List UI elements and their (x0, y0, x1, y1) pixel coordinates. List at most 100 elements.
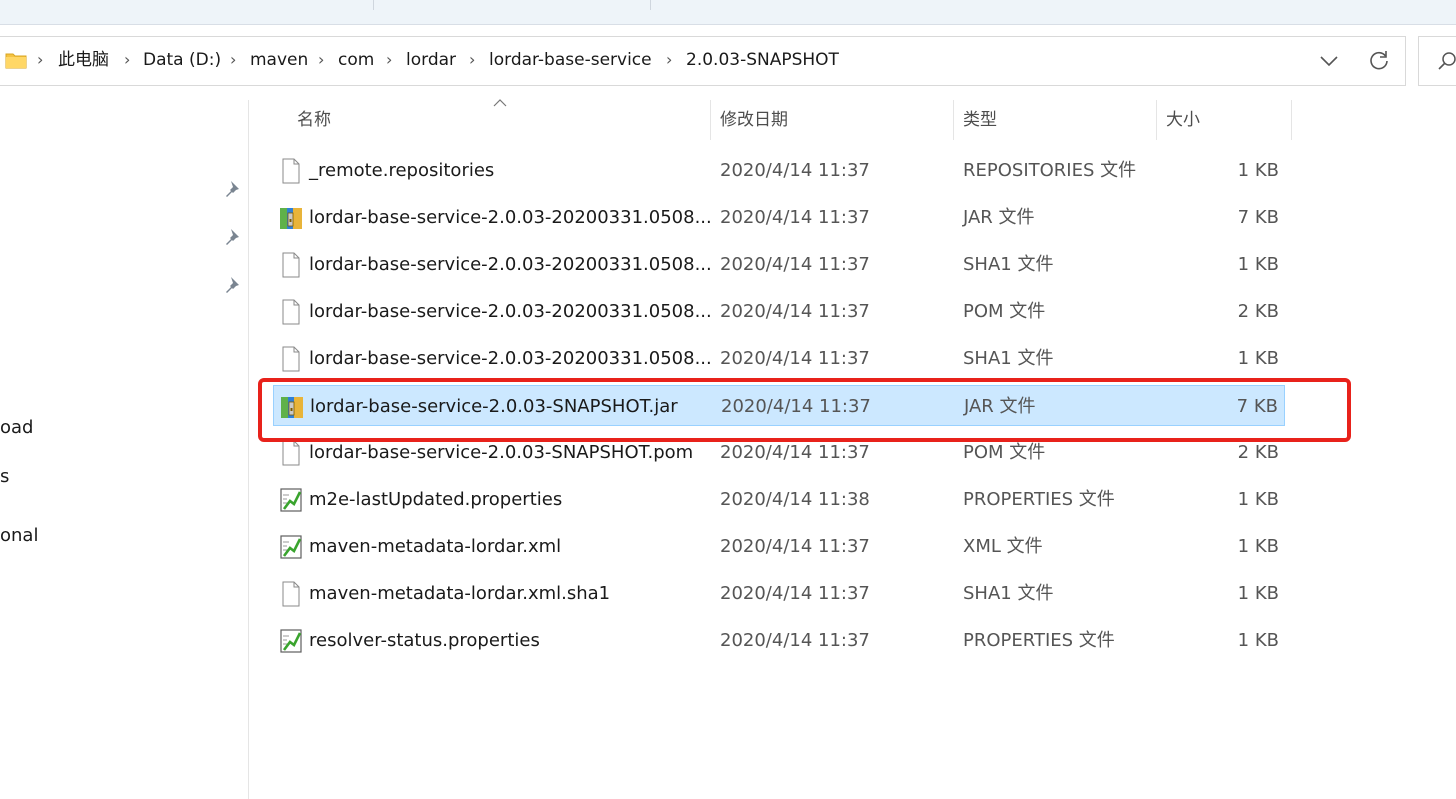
file-row[interactable]: lordar-base-service-2.0.03-20200331.0508… (273, 197, 1285, 238)
breadcrumb-separator: › (666, 50, 673, 69)
breadcrumb-separator: › (37, 50, 44, 69)
breadcrumb-item-current[interactable]: 2.0.03-SNAPSHOT (686, 48, 839, 72)
file-row[interactable]: lordar-base-service-2.0.03-SNAPSHOT.jar 2… (273, 385, 1285, 426)
file-name: lordar-base-service-2.0.03-SNAPSHOT.pom (309, 442, 694, 463)
breadcrumb-separator: › (318, 50, 325, 69)
refresh-icon[interactable] (1368, 49, 1390, 71)
file-row[interactable]: maven-metadata-lordar.xml 2020/4/14 11:37… (273, 526, 1285, 567)
file-size: 1 KB (1237, 489, 1279, 510)
title-strip (0, 0, 1456, 25)
breadcrumb-separator: › (469, 50, 476, 69)
column-header-type[interactable]: 类型 (963, 100, 997, 140)
file-date: 2020/4/14 11:38 (720, 489, 870, 510)
file-row[interactable]: _remote.repositories 2020/4/14 11:37 REPOS… (273, 150, 1285, 191)
file-row[interactable]: lordar-base-service-2.0.03-SNAPSHOT.pom 2… (273, 432, 1285, 473)
file-row[interactable]: maven-metadata-lordar.xml.sha1 2020/4/14 … (273, 573, 1285, 614)
file-size: 7 KB (1236, 396, 1278, 417)
file-name: maven-metadata-lordar.xml (309, 536, 562, 557)
file-size: 1 KB (1237, 160, 1279, 181)
file-date: 2020/4/14 11:37 (720, 442, 870, 463)
file-date: 2020/4/14 11:37 (720, 536, 870, 557)
file-name: resolver-status.properties (309, 630, 540, 651)
column-divider[interactable] (710, 100, 711, 140)
blank-file-icon (279, 346, 303, 372)
blank-file-icon (279, 440, 303, 466)
blank-file-icon (279, 252, 303, 278)
file-date: 2020/4/14 11:37 (720, 583, 870, 604)
winrar-archive-icon (279, 205, 303, 231)
file-type: REPOSITORIES 文件 (963, 160, 1137, 181)
file-type: PROPERTIES 文件 (963, 630, 1115, 651)
file-type: SHA1 文件 (963, 254, 1054, 275)
file-name: lordar-base-service-2.0.03-20200331.0508… (309, 348, 712, 369)
sort-ascending-icon (493, 99, 507, 107)
file-type: JAR 文件 (964, 396, 1036, 417)
file-date: 2020/4/14 11:37 (720, 630, 870, 651)
file-name: m2e-lastUpdated.properties (309, 489, 563, 510)
file-type: POM 文件 (963, 442, 1046, 463)
breadcrumb-item-lordar[interactable]: lordar (406, 48, 456, 72)
file-type: PROPERTIES 文件 (963, 489, 1115, 510)
column-divider[interactable] (1291, 100, 1292, 140)
divider (650, 0, 651, 10)
file-type: XML 文件 (963, 536, 1043, 557)
config-file-icon (279, 487, 303, 513)
chevron-down-icon[interactable] (1318, 49, 1340, 71)
blank-file-icon (279, 581, 303, 607)
blank-file-icon (279, 158, 303, 184)
folder-icon (5, 53, 27, 69)
file-date: 2020/4/14 11:37 (721, 396, 871, 417)
blank-file-icon (279, 299, 303, 325)
file-type: SHA1 文件 (963, 348, 1054, 369)
pin-icon[interactable] (222, 226, 242, 246)
file-row[interactable]: m2e-lastUpdated.properties 2020/4/14 11:3… (273, 479, 1285, 520)
file-size: 1 KB (1237, 583, 1279, 604)
breadcrumb-item-this-pc[interactable]: 此电脑 (58, 48, 109, 72)
config-file-icon (279, 534, 303, 560)
file-name: lordar-base-service-2.0.03-20200331.0508… (309, 207, 712, 228)
file-size: 1 KB (1237, 254, 1279, 275)
navigation-pane[interactable] (0, 100, 249, 799)
nav-item-documents[interactable]: s (0, 465, 9, 489)
breadcrumb-separator: › (230, 50, 237, 69)
file-date: 2020/4/14 11:37 (720, 254, 870, 275)
config-file-icon (279, 628, 303, 654)
breadcrumb-item-data-drive[interactable]: Data (D:) (143, 48, 221, 72)
file-size: 1 KB (1237, 348, 1279, 369)
file-name: lordar-base-service-2.0.03-20200331.0508… (309, 301, 712, 322)
breadcrumb-item-com[interactable]: com (338, 48, 374, 72)
file-name: maven-metadata-lordar.xml.sha1 (309, 583, 611, 604)
column-header-size[interactable]: 大小 (1166, 100, 1200, 140)
file-size: 1 KB (1237, 630, 1279, 651)
file-row[interactable]: lordar-base-service-2.0.03-20200331.0508… (273, 338, 1285, 379)
pin-icon[interactable] (222, 178, 242, 198)
file-type: POM 文件 (963, 301, 1046, 322)
file-size: 2 KB (1237, 301, 1279, 322)
breadcrumb-separator: › (386, 50, 393, 69)
file-name: _remote.repositories (309, 160, 495, 181)
file-date: 2020/4/14 11:37 (720, 348, 870, 369)
file-row[interactable]: lordar-base-service-2.0.03-20200331.0508… (273, 291, 1285, 332)
breadcrumb-separator: › (124, 50, 131, 69)
file-row[interactable]: lordar-base-service-2.0.03-20200331.0508… (273, 244, 1285, 285)
search-icon[interactable] (1436, 51, 1456, 73)
pin-icon[interactable] (222, 274, 242, 294)
file-date: 2020/4/14 11:37 (720, 160, 870, 181)
file-name: lordar-base-service-2.0.03-SNAPSHOT.jar (310, 396, 678, 417)
file-size: 7 KB (1237, 207, 1279, 228)
nav-item-downloads[interactable]: oad (0, 416, 33, 440)
file-size: 1 KB (1237, 536, 1279, 557)
nav-item-personal[interactable]: onal (0, 524, 38, 548)
file-date: 2020/4/14 11:37 (720, 207, 870, 228)
file-row[interactable]: resolver-status.properties 2020/4/14 11:3… (273, 620, 1285, 661)
breadcrumb-item-lordar-base-service[interactable]: lordar-base-service (489, 48, 652, 72)
column-header-date[interactable]: 修改日期 (720, 100, 788, 140)
breadcrumb-item-maven[interactable]: maven (250, 48, 308, 72)
column-divider[interactable] (1156, 100, 1157, 140)
file-date: 2020/4/14 11:37 (720, 301, 870, 322)
column-header-name[interactable]: 名称 (297, 100, 331, 140)
file-name: lordar-base-service-2.0.03-20200331.0508… (309, 254, 712, 275)
file-type: JAR 文件 (963, 207, 1035, 228)
file-size: 2 KB (1237, 442, 1279, 463)
column-divider[interactable] (953, 100, 954, 140)
